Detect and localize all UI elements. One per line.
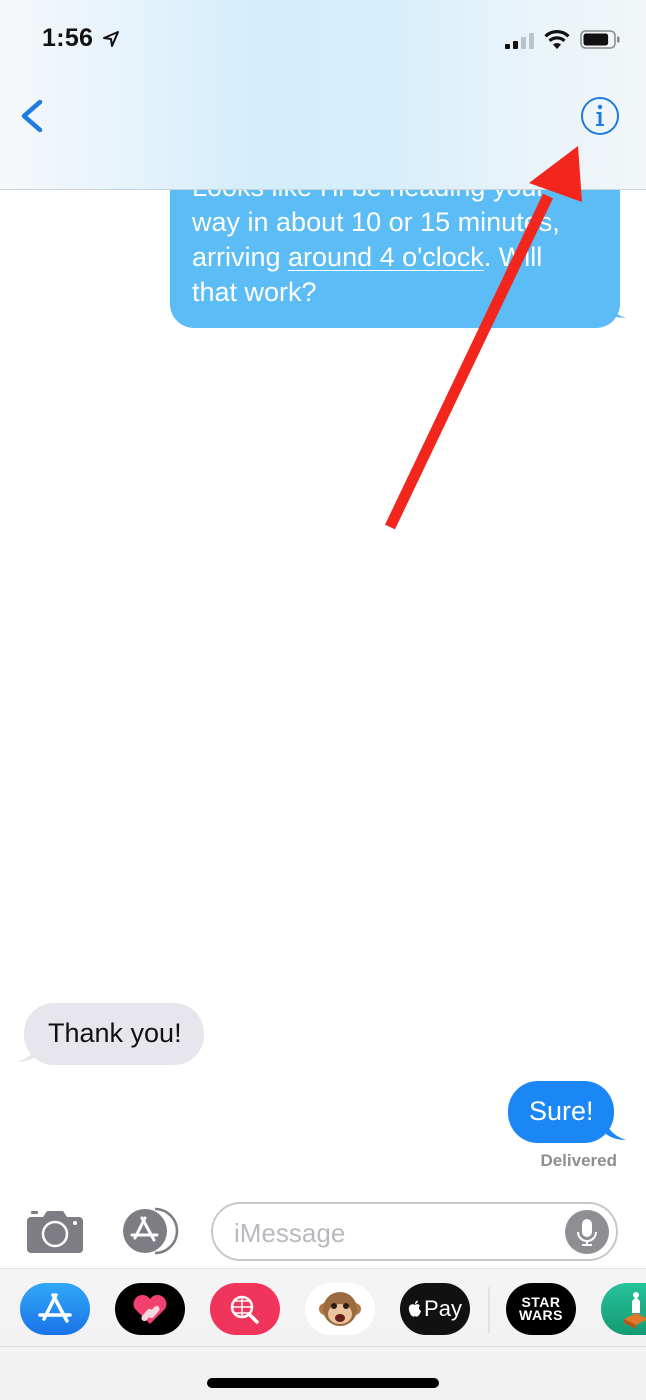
signal-bar	[529, 33, 534, 49]
digital-touch-app[interactable]	[115, 1283, 185, 1335]
message-line: arriving around 4 o'clock. Will	[192, 240, 598, 275]
animoji-app[interactable]	[305, 1283, 375, 1335]
microphone-button[interactable]	[565, 1210, 609, 1254]
wifi-icon	[544, 30, 570, 49]
message-text: arriving	[192, 242, 289, 272]
image-search-app[interactable]	[210, 1283, 280, 1335]
camera-icon	[27, 1211, 83, 1253]
microphone-icon	[577, 1219, 597, 1246]
signal-strength-icon	[505, 33, 534, 49]
star-wars-label: WARS	[519, 1307, 563, 1323]
bubble-tail	[606, 298, 626, 318]
heart-touch-icon	[133, 1294, 167, 1324]
navigation-header: 1:56	[0, 0, 646, 190]
signal-bar	[505, 44, 510, 49]
drawer-divider	[488, 1287, 490, 1333]
battery-fill	[583, 33, 609, 46]
location-arrow-icon	[103, 31, 119, 47]
monument-valley-icon	[624, 1292, 646, 1329]
globe-search-icon	[230, 1295, 259, 1324]
apple-pay-label: Pay	[424, 1296, 462, 1321]
delivery-status: Delivered	[540, 1151, 617, 1170]
bubble-tail	[606, 1120, 626, 1140]
message-line: that work?	[192, 277, 317, 307]
battery-icon	[580, 30, 620, 49]
message-line: way in about 10 or 15 minutes,	[192, 207, 560, 237]
back-button[interactable]	[14, 94, 54, 138]
app-store-app[interactable]	[20, 1283, 90, 1335]
signal-bar	[521, 37, 526, 49]
app-store-icon	[38, 1293, 72, 1323]
message-input-placeholder: iMessage	[234, 1218, 346, 1248]
bubble-tail	[17, 1042, 37, 1062]
monument-valley-app[interactable]	[601, 1283, 646, 1335]
chevron-left-icon	[21, 99, 43, 133]
outgoing-message-bubble[interactable]: Sure!	[508, 1081, 614, 1143]
monkey-icon	[319, 1292, 361, 1326]
app-strip[interactable]: Pay STAR WARS	[0, 1269, 646, 1347]
info-button[interactable]	[580, 96, 620, 136]
apple-logo-icon	[408, 1300, 422, 1317]
camera-button[interactable]	[27, 1207, 83, 1253]
signal-bar	[513, 41, 518, 49]
status-time: 1:56	[42, 24, 94, 52]
message-input[interactable]: iMessage	[211, 1202, 618, 1261]
home-indicator	[207, 1378, 439, 1388]
incoming-message-bubble[interactable]: Thank you!	[24, 1003, 204, 1065]
message-text: . Will	[483, 242, 543, 272]
star-wars-app[interactable]: STAR WARS	[506, 1283, 576, 1335]
apps-button[interactable]	[119, 1206, 181, 1256]
time-link[interactable]: around 4 o'clock	[288, 242, 484, 272]
apple-pay-app[interactable]: Pay	[400, 1283, 470, 1335]
